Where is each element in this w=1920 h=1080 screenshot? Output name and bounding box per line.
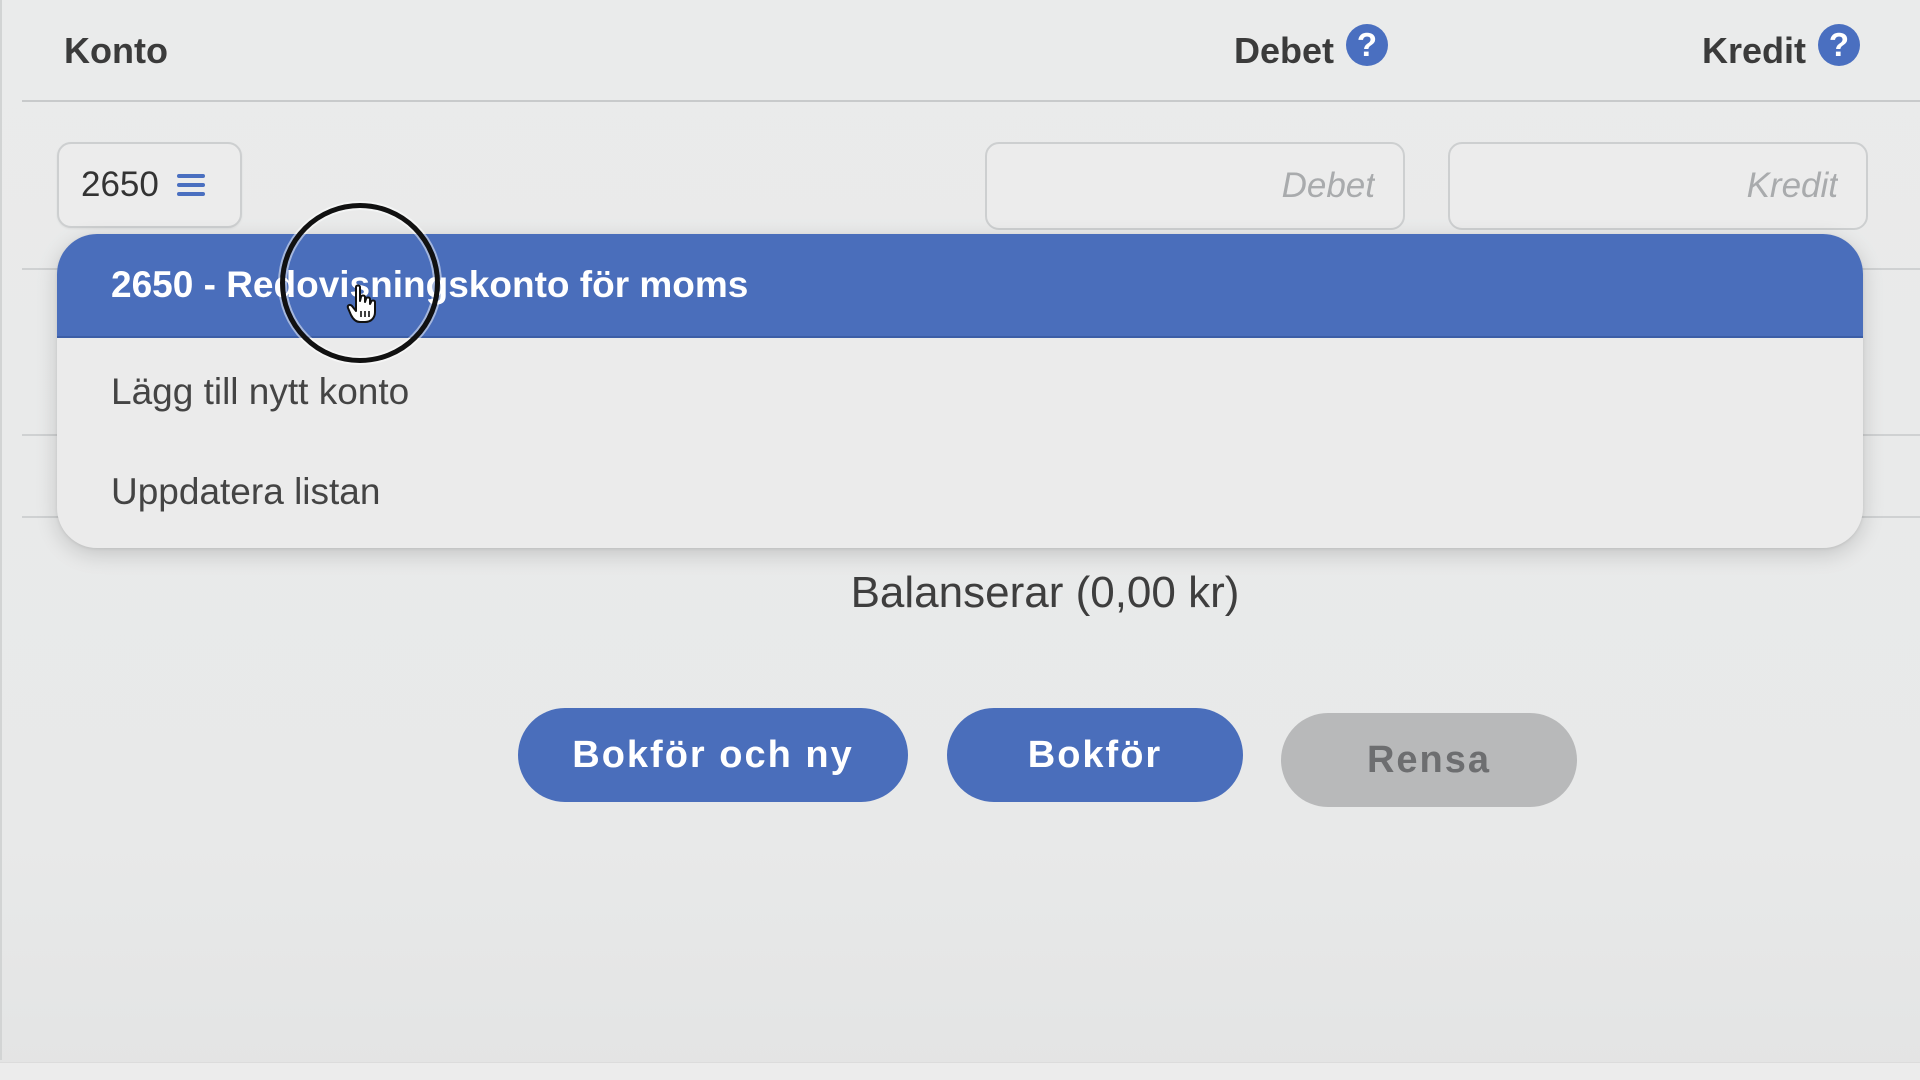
dropdown-option-label: 2650 - Redovisningskonto för moms <box>111 264 749 305</box>
dropdown-option-label: Lägg till nytt konto <box>111 371 410 412</box>
kredit-help-icon[interactable]: ? <box>1818 24 1860 66</box>
kredit-input[interactable] <box>1448 142 1868 230</box>
dropdown-option-refresh-list[interactable]: Uppdatera listan <box>57 446 1863 538</box>
dropdown-option-selected[interactable]: 2650 - Redovisningskonto för moms <box>57 234 1863 338</box>
account-dropdown: 2650 - Redovisningskonto för moms Lägg t… <box>57 234 1863 548</box>
clear-button[interactable]: Rensa <box>1281 713 1577 807</box>
column-header-kredit: Kredit ? <box>1701 24 1860 72</box>
debet-help-icon[interactable]: ? <box>1346 24 1388 66</box>
post-button[interactable]: Bokför <box>947 708 1243 802</box>
column-header-debet-label: Debet <box>1233 30 1334 71</box>
dropdown-option-label: Uppdatera listan <box>111 471 381 512</box>
header-divider <box>22 100 1920 102</box>
column-header-kredit-label: Kredit <box>1701 30 1806 71</box>
column-header-debet: Debet ? <box>1233 24 1388 72</box>
bottom-bar <box>0 1062 1920 1080</box>
column-header-konto-label: Konto <box>64 30 168 71</box>
dropdown-option-add-account[interactable]: Lägg till nytt konto <box>57 346 1863 438</box>
debet-input[interactable] <box>985 142 1405 230</box>
account-select[interactable]: 2650 <box>57 142 242 228</box>
panel-left-border <box>0 0 2 1060</box>
menu-icon <box>176 174 205 196</box>
balance-status: Balanserar (0,00 kr) <box>850 568 1240 617</box>
column-header-konto: Konto <box>64 30 168 72</box>
account-select-value: 2650 <box>81 165 159 204</box>
journal-entry-panel: Konto Debet ? Kredit ? 2650 2650 - Redov… <box>0 0 1920 1080</box>
post-and-new-button[interactable]: Bokför och ny <box>518 708 908 802</box>
